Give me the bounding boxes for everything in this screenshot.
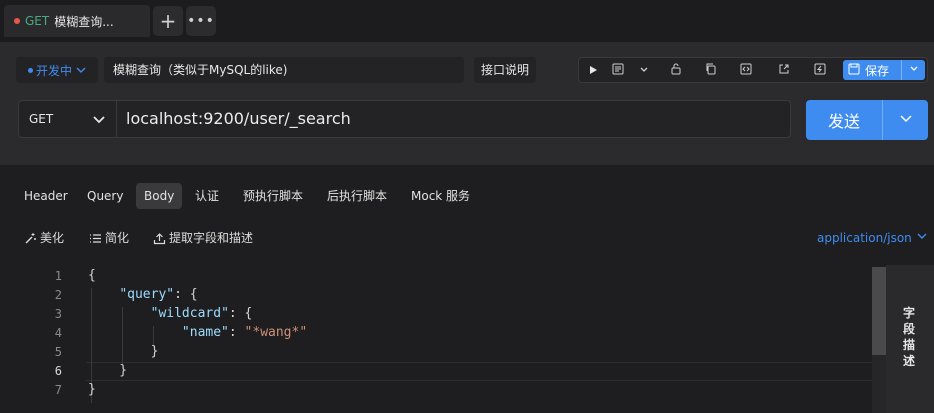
code-line: "name": "*wang*" (181, 325, 308, 340)
send-label: 发送 (827, 112, 860, 131)
tab-mock[interactable]: Mock 服务 (403, 183, 478, 209)
extract-fields-button[interactable]: 提取字段和描述 (153, 229, 253, 247)
more-tabs-button[interactable]: ••• (186, 6, 216, 36)
line-number-current: 6 (54, 364, 62, 378)
save-label: 保存 (865, 63, 890, 78)
share-icon[interactable] (775, 62, 793, 80)
method-select[interactable]: GET (18, 100, 117, 138)
api-doc-button[interactable]: 接口说明 (474, 57, 536, 83)
magic-wand-icon (25, 232, 36, 243)
request-tab[interactable]: GET 模糊查询... (4, 5, 150, 37)
code-line: } (88, 363, 128, 378)
code-line: "wildcard": { (150, 306, 253, 321)
editor-scroll-thumb[interactable] (872, 267, 886, 355)
content-type-label: application/json (817, 231, 912, 245)
content-type-select[interactable]: application/json (817, 229, 928, 247)
status-label: 开发中 (36, 63, 73, 78)
tab-body[interactable]: Body (136, 183, 183, 209)
mock-icon[interactable] (811, 62, 829, 80)
list-icon (90, 233, 101, 243)
save-dropdown-icon[interactable] (902, 64, 925, 77)
tab-bar: GET 模糊查询... + ••• (0, 0, 934, 42)
tab-auth[interactable]: 认证 (187, 183, 227, 209)
lock-icon[interactable] (667, 62, 685, 80)
line-number: 4 (54, 326, 62, 340)
simplify-button[interactable]: 简化 (89, 229, 129, 247)
tab-method: GET (25, 14, 50, 28)
run-icon[interactable] (584, 62, 602, 80)
code-icon[interactable] (737, 62, 755, 80)
save-button[interactable]: 保存 (843, 60, 925, 80)
code-line: } (88, 382, 96, 397)
beautify-button[interactable]: 美化 (24, 229, 64, 247)
chevron-down-icon (917, 233, 927, 239)
chevron-down-icon (76, 67, 86, 73)
send-button[interactable]: 发送 (806, 100, 928, 140)
new-tab-button[interactable]: + (153, 6, 183, 36)
field-description-label[interactable]: 字段描述 (901, 305, 917, 369)
extract-label: 提取字段和描述 (169, 231, 254, 245)
copy-icon[interactable] (702, 62, 720, 80)
chevron-down-icon[interactable] (635, 62, 653, 80)
tab-query[interactable]: Query (79, 183, 131, 209)
url-input[interactable]: localhost:9200/user/_search (117, 100, 791, 138)
tab-post-script[interactable]: 后执行脚本 (319, 183, 395, 209)
api-name-input[interactable]: 模糊查询（类似于MySQL的like) (104, 57, 464, 83)
send-dropdown-icon[interactable] (883, 111, 928, 129)
line-number: 7 (54, 383, 62, 397)
code-line: "query": { (119, 287, 198, 302)
json-editor[interactable]: 1 2 3 4 5 6 7 { "query": { "wildcard": {… (0, 265, 886, 413)
status-dot (28, 67, 33, 73)
tab-title: 模糊查询... (54, 14, 114, 29)
chevron-down-icon (93, 116, 105, 124)
current-line-highlight (86, 362, 872, 381)
save-icon (843, 63, 865, 78)
line-number: 5 (54, 345, 62, 359)
tab-header[interactable]: Header (16, 183, 76, 209)
status-select[interactable]: 开发中 (16, 57, 98, 83)
code-line: } (88, 344, 159, 359)
line-number: 2 (54, 288, 62, 302)
request-panel: 开发中 模糊查询（类似于MySQL的like) 接口说明 保存 GET loca… (0, 42, 934, 165)
tab-pre-script[interactable]: 预执行脚本 (235, 183, 311, 209)
code-line: { (88, 268, 96, 283)
simplify-label: 简化 (105, 231, 130, 245)
action-toolbar: 保存 (578, 57, 928, 83)
beautify-label: 美化 (40, 231, 65, 245)
line-number: 3 (54, 307, 62, 321)
upload-icon (153, 232, 166, 244)
document-icon[interactable] (609, 62, 627, 80)
line-number: 1 (54, 269, 62, 283)
method-value: GET (29, 112, 54, 126)
unsaved-dot (14, 18, 20, 24)
